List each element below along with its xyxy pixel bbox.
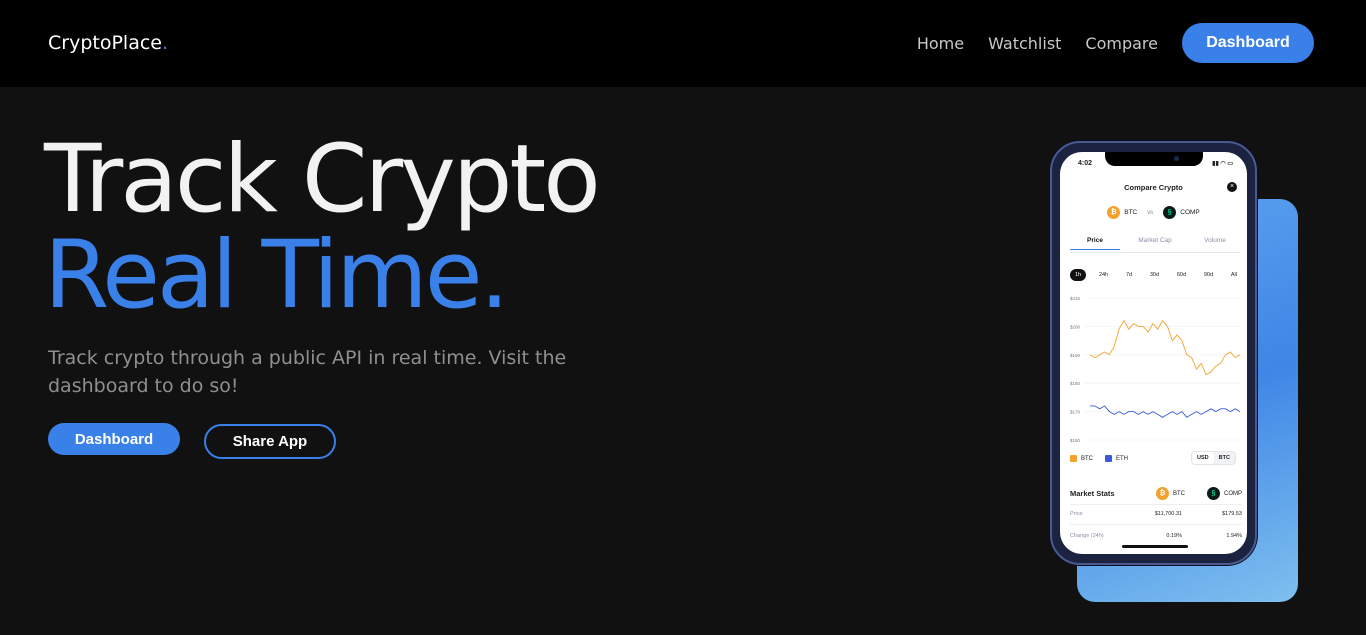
tab-market-cap[interactable]: Market Cap: [1130, 237, 1180, 250]
hero-title: Track Crypto Real Time.: [44, 125, 601, 330]
y-tick-label: $160: [1070, 438, 1081, 443]
stats-row-label: Price: [1070, 511, 1083, 517]
nav-home-link[interactable]: Home: [917, 34, 964, 53]
camera-icon: [1174, 156, 1179, 161]
stats-divider: [1070, 504, 1242, 505]
coin-a-label: BTC: [1124, 209, 1138, 216]
y-tick-label: $180: [1070, 381, 1081, 386]
range-60d[interactable]: 60d: [1172, 269, 1191, 281]
stats-coin-a-label: BTC: [1173, 490, 1185, 497]
currency-usd[interactable]: USD: [1192, 452, 1214, 464]
market-stats-header: Market Stats ₿ BTC § COMP: [1070, 487, 1242, 500]
btc-checkbox[interactable]: [1070, 455, 1077, 462]
phone-mockup: 4:02 ▮▮ ◠ ▭ Compare Crypto × ₿ BTC vs § …: [1050, 141, 1257, 565]
compound-icon: §: [1163, 206, 1177, 219]
currency-toggle: USD BTC: [1191, 451, 1236, 465]
range-7d[interactable]: 7d: [1121, 269, 1137, 281]
time-range-selector: 1h 24h 7d 30d 60d 90d All: [1070, 269, 1242, 281]
nav-dashboard-button[interactable]: Dashboard: [1182, 23, 1314, 63]
range-30d[interactable]: 30d: [1145, 269, 1164, 281]
stats-row-price: Price $11,700.31 $179.53: [1070, 511, 1242, 517]
compound-icon: §: [1207, 487, 1220, 500]
legend-btc: BTC: [1081, 455, 1093, 462]
y-tick-label: $210: [1070, 296, 1081, 301]
hero-subtitle: Track crypto through a public API in rea…: [48, 347, 567, 397]
bitcoin-icon: ₿: [1156, 487, 1169, 500]
brand-logo[interactable]: CryptoPlace.: [48, 32, 168, 54]
stats-coin-b-label: COMP: [1224, 490, 1242, 497]
stats-row-change: Change (24h) 0.19% 1.94%: [1070, 533, 1242, 539]
tab-volume[interactable]: Volume: [1190, 237, 1240, 250]
hero-title-line2: Real Time.: [44, 221, 509, 330]
compare-title: Compare Crypto: [1124, 183, 1183, 192]
stats-row-value-b: 1.94%: [1226, 533, 1242, 539]
y-tick-label: $190: [1070, 353, 1081, 358]
metric-tabs: Price Market Cap Volume: [1070, 237, 1240, 250]
top-navbar: CryptoPlace. Home Watchlist Compare Dash…: [0, 0, 1366, 87]
tabs-divider: [1070, 252, 1240, 253]
share-app-button[interactable]: Share App: [204, 424, 336, 459]
vs-label: vs: [1147, 209, 1154, 216]
hero-title-line1: Track Crypto: [44, 125, 601, 234]
series-line-btc: [1089, 319, 1241, 376]
eth-checkbox[interactable]: [1105, 455, 1112, 462]
range-24h[interactable]: 24h: [1094, 269, 1113, 281]
stats-row-label: Change (24h): [1070, 533, 1104, 539]
hero-dashboard-button[interactable]: Dashboard: [48, 423, 180, 455]
nav-links: Home Watchlist Compare Dashboard: [917, 23, 1314, 63]
signal-wifi-battery-icon: ▮▮ ◠ ▭: [1212, 161, 1233, 167]
close-icon[interactable]: ×: [1227, 182, 1237, 192]
brand-name: CryptoPlace: [48, 32, 162, 54]
stats-coin-b: § COMP: [1207, 487, 1242, 500]
price-chart: $210 $200 $190 $180 $170 $160: [1070, 296, 1241, 443]
y-tick-label: $170: [1070, 410, 1081, 415]
legend-eth: ETH: [1116, 455, 1128, 462]
coin-b-label: COMP: [1180, 209, 1200, 216]
range-all[interactable]: All: [1226, 269, 1242, 281]
range-1h[interactable]: 1h: [1070, 269, 1087, 281]
bitcoin-icon: ₿: [1107, 206, 1121, 219]
currency-btc[interactable]: BTC: [1214, 452, 1235, 464]
coin-pair: ₿ BTC vs § COMP: [1060, 206, 1247, 219]
nav-compare-link[interactable]: Compare: [1085, 34, 1158, 53]
stats-row-value-a: $11,700.31: [1154, 511, 1182, 517]
home-indicator: [1122, 545, 1188, 548]
stats-divider: [1070, 524, 1242, 525]
stats-row-value-b: $179.53: [1222, 511, 1242, 517]
stats-row-value-a: 0.19%: [1166, 533, 1182, 539]
phone-notch: [1105, 152, 1203, 166]
range-90d[interactable]: 90d: [1199, 269, 1218, 281]
phone-screen: 4:02 ▮▮ ◠ ▭ Compare Crypto × ₿ BTC vs § …: [1060, 152, 1247, 554]
nav-watchlist-link[interactable]: Watchlist: [988, 34, 1061, 53]
brand-dot: .: [161, 32, 169, 54]
chart-legend: BTC ETH: [1070, 455, 1128, 462]
status-time: 4:02: [1078, 160, 1093, 167]
y-tick-label: $200: [1070, 324, 1081, 329]
market-stats-title: Market Stats: [1070, 489, 1115, 498]
tab-price[interactable]: Price: [1070, 237, 1120, 250]
stats-coin-a: ₿ BTC: [1156, 487, 1185, 500]
